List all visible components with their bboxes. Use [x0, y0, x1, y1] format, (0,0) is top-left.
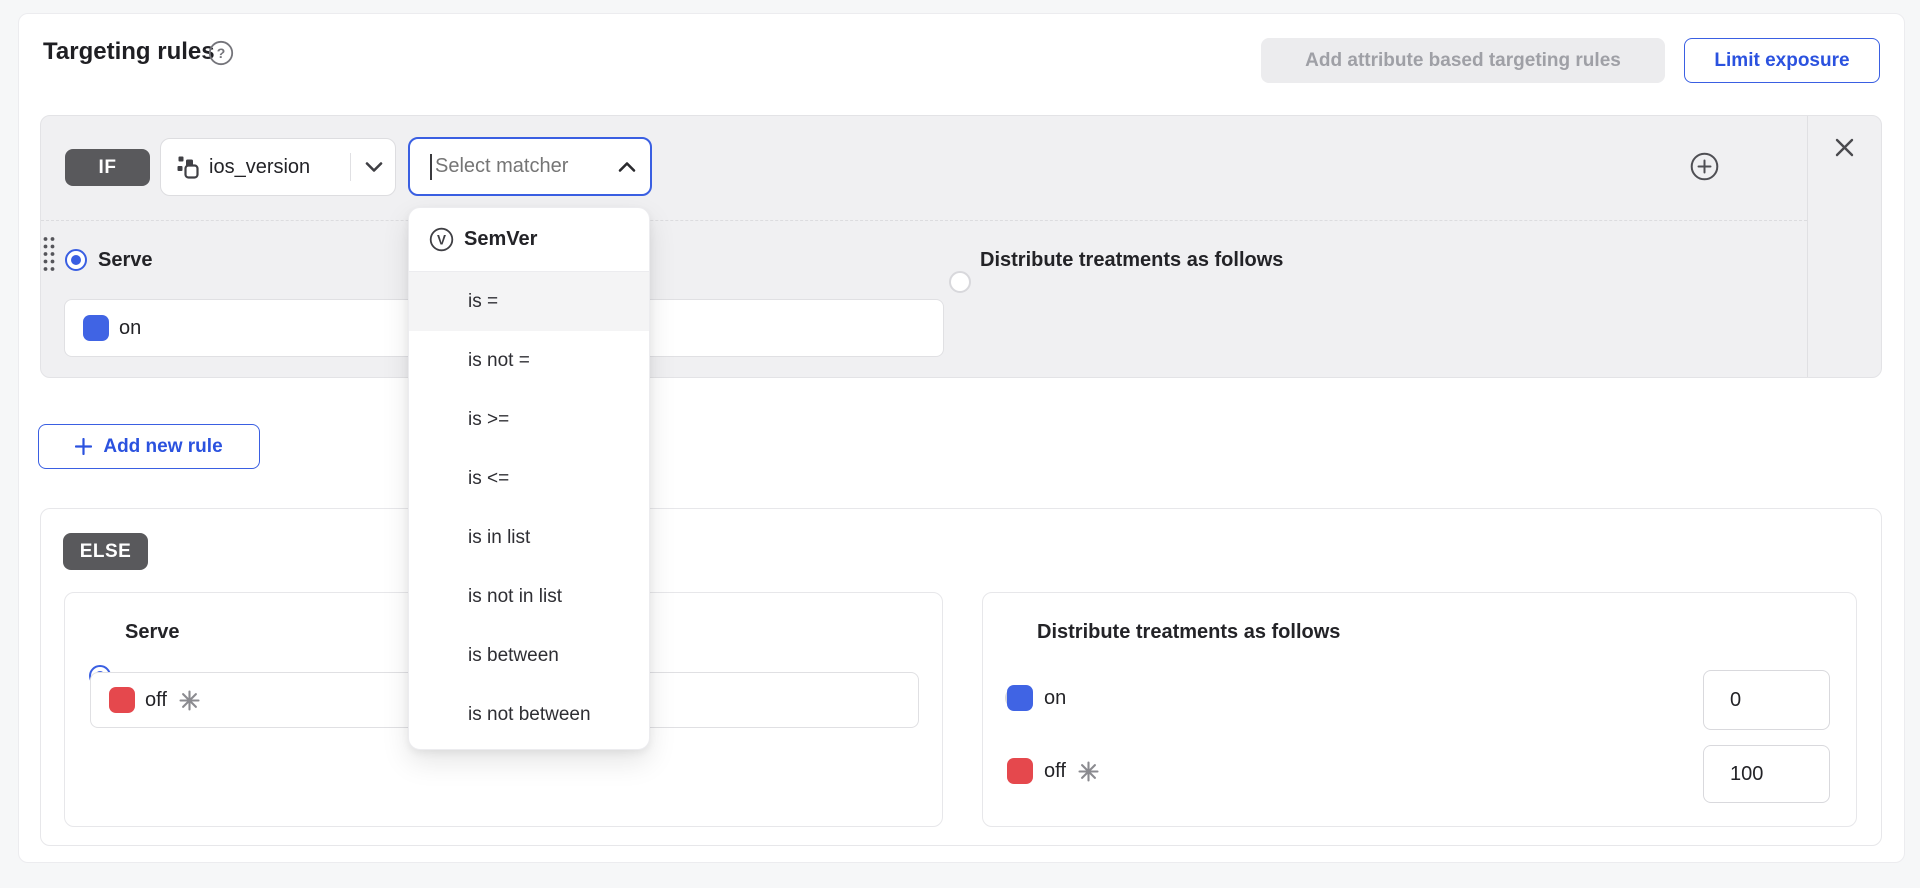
svg-text:?: ?	[217, 45, 226, 61]
matcher-option[interactable]: is not =	[409, 331, 649, 390]
default-treatment-asterisk-icon	[179, 690, 200, 711]
text-cursor	[430, 154, 432, 180]
else-treatment-value: off	[145, 689, 167, 712]
close-icon[interactable]	[1833, 136, 1856, 159]
matcher-group-label: SemVer	[464, 228, 537, 251]
drag-handle[interactable]	[42, 235, 56, 273]
matcher-option[interactable]: is <=	[409, 449, 649, 508]
attribute-select-divider	[350, 153, 351, 181]
semver-icon: V	[429, 227, 454, 252]
matcher-combobox[interactable]	[408, 137, 652, 196]
treatment-on-swatch	[1007, 685, 1033, 711]
matcher-option[interactable]: is not between	[409, 685, 649, 744]
distribution-row-on: on	[1007, 685, 1066, 711]
plus-icon	[75, 438, 92, 455]
chevron-down-icon	[365, 161, 383, 173]
if-serve-label: Serve	[98, 249, 153, 272]
default-treatment-asterisk-icon	[1078, 761, 1099, 782]
page-title: Targeting rules	[43, 38, 215, 66]
attribute-select[interactable]: ios_version	[160, 138, 396, 196]
chevron-up-icon	[618, 161, 636, 173]
if-distribute-label: Distribute treatments as follows	[980, 249, 1283, 272]
attribute-select-value: ios_version	[209, 156, 350, 179]
if-serve-radio[interactable]	[65, 249, 87, 271]
if-header-divider	[41, 220, 1807, 221]
if-close-column-divider	[1807, 116, 1808, 377]
matcher-group-header: V SemVer	[409, 208, 649, 272]
matcher-dropdown: V SemVer is = is not = is >= is <= is in…	[408, 207, 650, 750]
matcher-option[interactable]: is between	[409, 626, 649, 685]
matcher-option[interactable]: is in list	[409, 508, 649, 567]
targeting-rules-page: Targeting rules ? Add attribute based ta…	[0, 0, 1920, 888]
matcher-option[interactable]: is =	[409, 272, 649, 331]
help-icon[interactable]: ?	[208, 40, 234, 66]
add-new-rule-label: Add new rule	[103, 436, 222, 458]
else-distribute-label: Distribute treatments as follows	[1037, 621, 1340, 644]
treatment-on-swatch	[83, 315, 109, 341]
else-serve-label: Serve	[125, 621, 180, 644]
distribution-treatment-name: off	[1044, 760, 1066, 783]
matcher-option[interactable]: is not in list	[409, 567, 649, 626]
treatment-off-swatch	[109, 687, 135, 713]
add-attribute-rules-button[interactable]: Add attribute based targeting rules	[1261, 38, 1665, 83]
add-new-rule-button[interactable]: Add new rule	[38, 424, 260, 469]
limit-exposure-button[interactable]: Limit exposure	[1684, 38, 1880, 83]
svg-text:V: V	[437, 233, 446, 248]
if-keyword-badge: IF	[65, 149, 150, 186]
treatment-off-swatch	[1007, 758, 1033, 784]
distribution-treatment-name: on	[1044, 687, 1066, 710]
distribution-percent-input-on[interactable]	[1703, 670, 1830, 730]
if-distribute-radio[interactable]	[949, 271, 971, 293]
else-keyword-badge: ELSE	[63, 533, 148, 570]
attribute-icon	[176, 155, 200, 179]
matcher-option[interactable]: is >=	[409, 390, 649, 449]
distribution-row-off: off	[1007, 758, 1099, 784]
if-treatment-value: on	[119, 317, 141, 340]
add-condition-icon[interactable]	[1690, 152, 1719, 181]
matcher-input[interactable]	[435, 155, 618, 178]
distribution-percent-input-off[interactable]	[1703, 745, 1830, 803]
